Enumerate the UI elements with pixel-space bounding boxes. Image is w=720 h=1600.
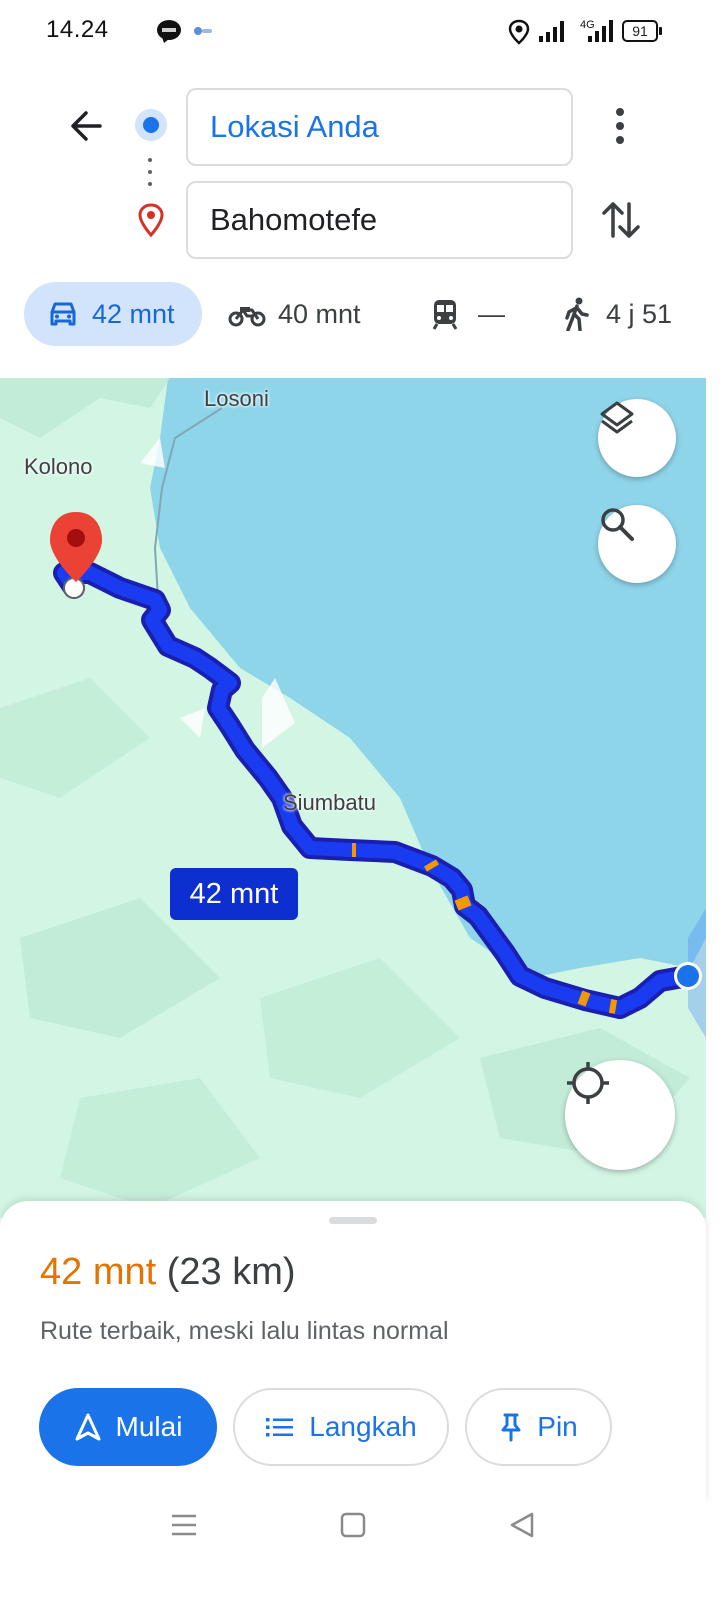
directions-header: Lokasi Anda Bahomotefe 42 mnt 40 mnt — 4… bbox=[0, 64, 720, 378]
transit-icon bbox=[432, 300, 458, 330]
battery-level: 91 bbox=[632, 23, 648, 39]
app-notification-icon bbox=[194, 27, 212, 35]
search-map-button[interactable] bbox=[598, 505, 676, 583]
traffic-segment bbox=[423, 859, 440, 872]
status-bar: 14.24 4G 91 bbox=[0, 0, 720, 64]
origin-dot-icon bbox=[135, 109, 167, 141]
svg-text:4G: 4G bbox=[580, 19, 595, 31]
destination-input[interactable]: Bahomotefe bbox=[186, 181, 573, 259]
route-dots bbox=[148, 158, 152, 186]
route-time: 42 mnt bbox=[40, 1251, 157, 1293]
list-icon bbox=[266, 1418, 294, 1437]
pushpin-icon bbox=[501, 1413, 521, 1442]
tab-transit[interactable]: — bbox=[430, 282, 505, 346]
route-duration-callout[interactable]: 42 mnt bbox=[170, 868, 298, 920]
traffic-segment bbox=[577, 990, 591, 1007]
destination-dot bbox=[63, 577, 85, 599]
signal-4g-icon: 4G bbox=[580, 19, 613, 42]
swap-icon[interactable] bbox=[600, 198, 642, 242]
place-label-siumbatu: Siumbatu bbox=[283, 790, 376, 815]
recents-menu-icon[interactable] bbox=[170, 1512, 198, 1538]
map-view[interactable]: Losoni Kolono Siumbatu 42 mnt bbox=[0, 378, 706, 1218]
route-duration-text: 42 mnt bbox=[189, 877, 279, 910]
current-location-dot bbox=[677, 965, 699, 987]
line-app-icon bbox=[157, 20, 181, 43]
destination-pin-icon bbox=[138, 203, 164, 238]
route-summary-sheet[interactable]: 42 mnt (23 km) Rute terbaik, meski lalu … bbox=[0, 1201, 706, 1501]
origin-input[interactable]: Lokasi Anda bbox=[186, 88, 573, 166]
layers-icon bbox=[600, 401, 634, 434]
tab-transit-label: — bbox=[478, 298, 505, 329]
tab-walking[interactable]: 4 j 51 bbox=[562, 282, 672, 346]
tab-motorcycle-label: 40 mnt bbox=[278, 298, 361, 329]
pin-button[interactable]: Pin bbox=[465, 1388, 612, 1466]
battery-icon: 91 bbox=[622, 20, 658, 42]
my-location-button[interactable] bbox=[565, 1060, 675, 1170]
steps-button-label: Langkah bbox=[309, 1411, 417, 1442]
place-label-kolono: Kolono bbox=[24, 454, 93, 479]
motorcycle-icon bbox=[228, 307, 266, 327]
steps-button[interactable]: Langkah bbox=[233, 1388, 449, 1466]
navigation-arrow-icon bbox=[75, 1413, 101, 1441]
tab-motorcycle[interactable]: 40 mnt bbox=[228, 282, 361, 346]
car-icon bbox=[50, 302, 76, 326]
traffic-segment bbox=[608, 999, 618, 1014]
my-location-icon bbox=[567, 1062, 609, 1104]
tab-walking-label: 4 j 51 bbox=[606, 298, 673, 329]
destination-pin-center bbox=[67, 529, 85, 547]
tab-driving[interactable]: 42 mnt bbox=[24, 282, 202, 346]
tab-driving-label: 42 mnt bbox=[92, 298, 175, 329]
origin-text: Lokasi Anda bbox=[210, 109, 379, 144]
start-button[interactable]: Mulai bbox=[39, 1388, 217, 1466]
back-triangle-icon[interactable] bbox=[508, 1511, 536, 1539]
route-summary-title: 42 mnt (23 km) bbox=[40, 1251, 296, 1294]
more-vert-icon[interactable] bbox=[605, 104, 635, 148]
home-square-icon[interactable] bbox=[340, 1512, 366, 1538]
destination-text: Bahomotefe bbox=[210, 202, 378, 237]
traffic-segment bbox=[454, 895, 472, 911]
route-distance: (23 km) bbox=[166, 1251, 296, 1293]
route-description: Rute terbaik, meski lalu lintas normal bbox=[40, 1317, 449, 1345]
walking-icon bbox=[565, 297, 589, 331]
pin-button-label: Pin bbox=[537, 1411, 578, 1442]
start-button-label: Mulai bbox=[115, 1411, 183, 1442]
location-icon bbox=[508, 19, 530, 45]
place-label-losoni: Losoni bbox=[204, 386, 269, 411]
search-icon bbox=[601, 508, 634, 541]
signal-icon bbox=[539, 21, 564, 42]
sheet-drag-handle[interactable] bbox=[329, 1217, 377, 1224]
layers-button[interactable] bbox=[598, 399, 676, 477]
status-time: 14.24 bbox=[46, 16, 109, 43]
back-arrow-icon[interactable] bbox=[66, 106, 106, 146]
battery-tip bbox=[659, 27, 662, 35]
system-nav-bar bbox=[0, 1501, 720, 1600]
